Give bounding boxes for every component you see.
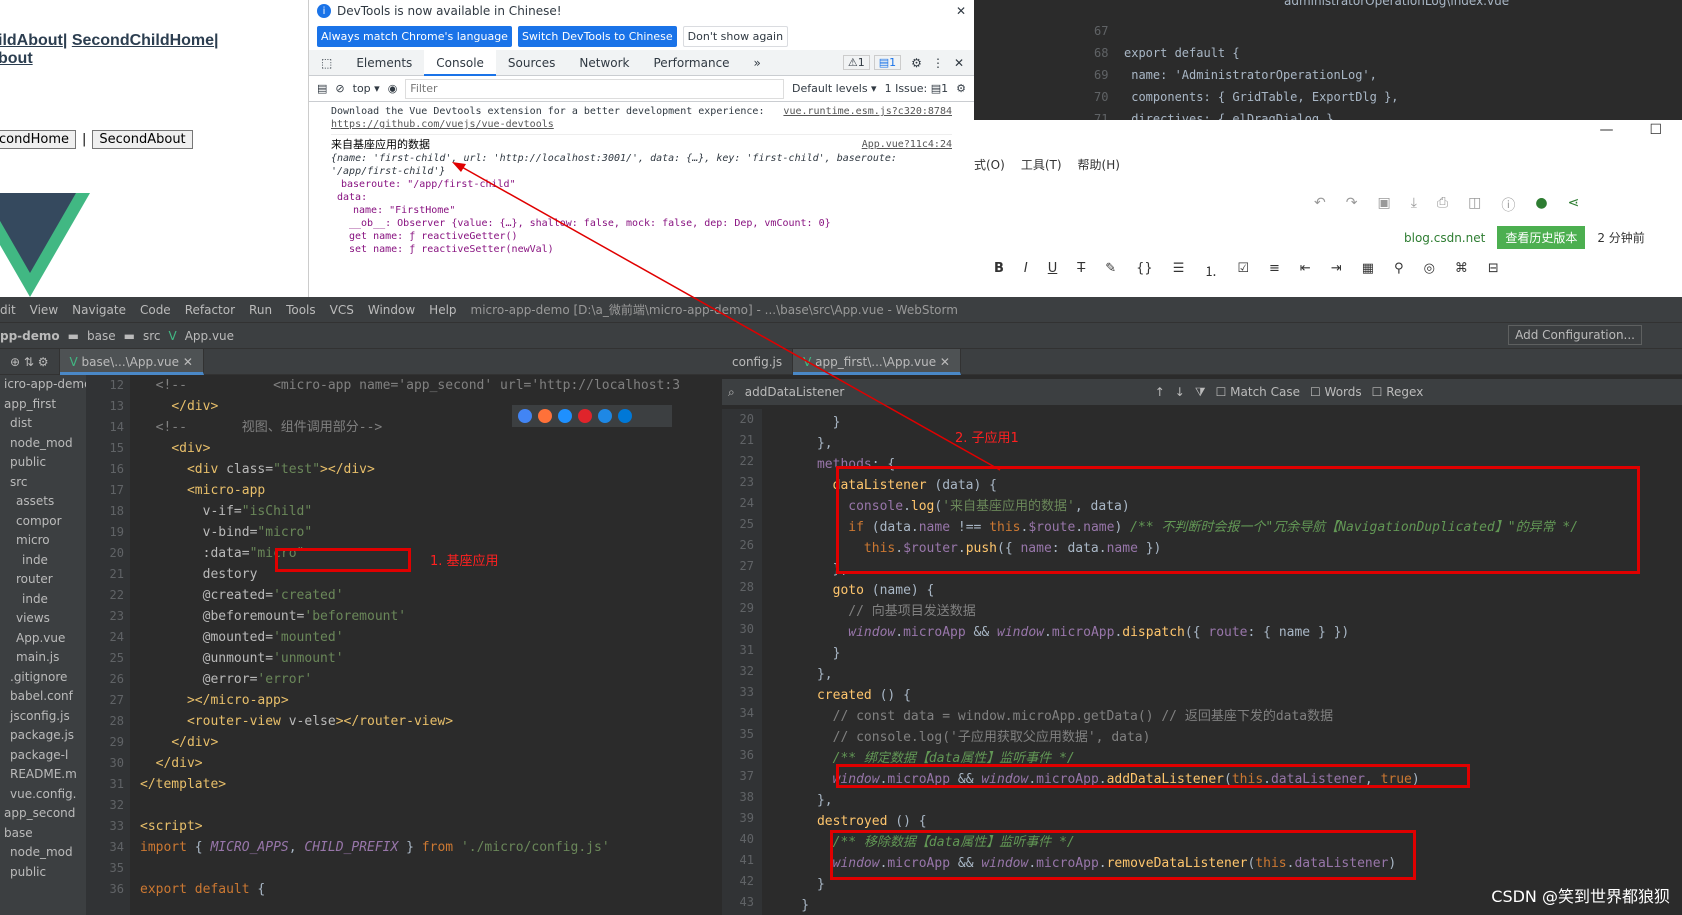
watermark: CSDN @笑到世界都狼狈 xyxy=(1491,887,1670,906)
annotation-arrow xyxy=(452,162,1001,471)
